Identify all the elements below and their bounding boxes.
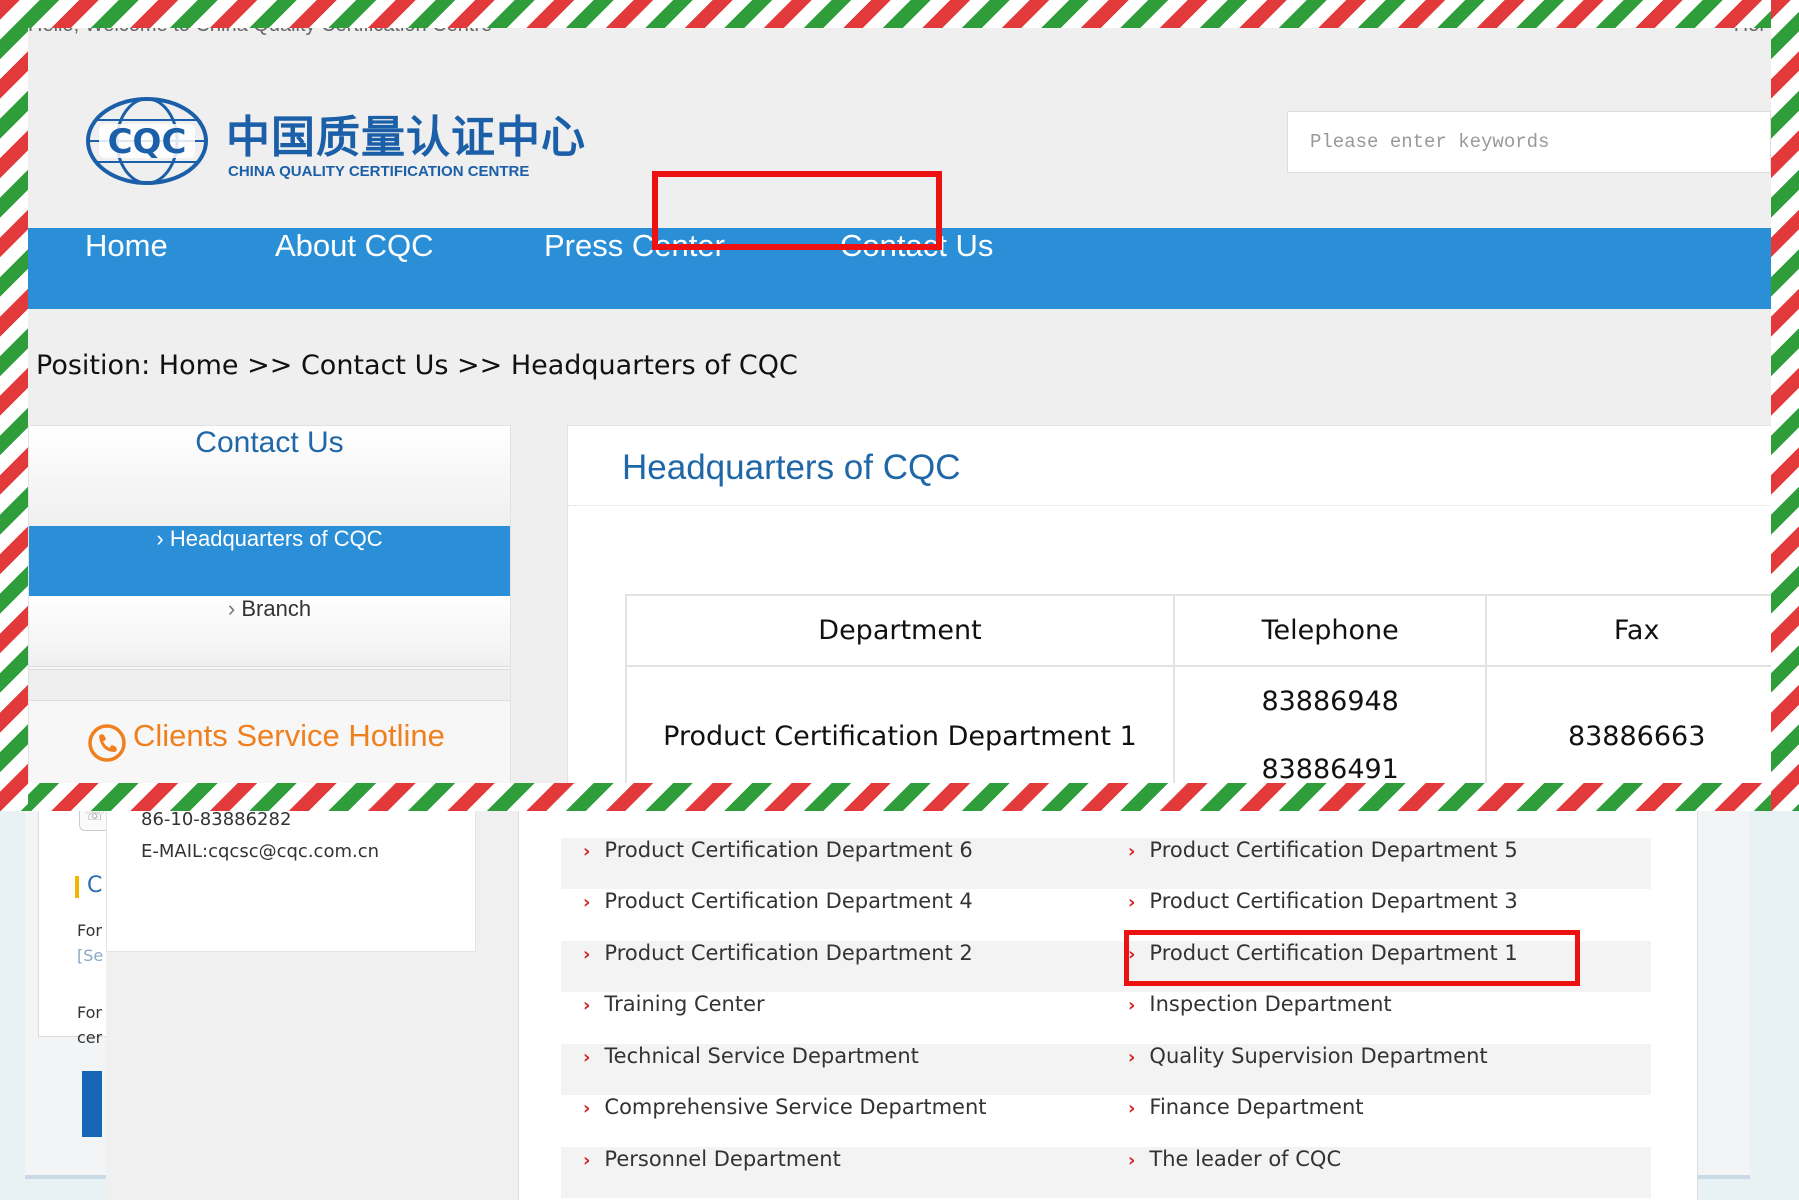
list-item: › Comprehensive Service Department › Financ… [561,1095,1651,1146]
department-link[interactable]: › Finance Department [1128,1095,1364,1146]
department-label: Product Certification Department 5 [1149,837,1518,862]
department-link[interactable]: › Product Certification Department 5 [1128,838,1518,889]
list-item: › Personnel Department › The leader of CQC [561,1146,1651,1198]
department-label: Product Certification Department 3 [1149,889,1518,913]
phone-icon [88,724,126,762]
table-header-row: Department Telephone Fax [625,594,1771,667]
cqc-logo-icon: CQC [86,97,208,185]
department-label: The leader of CQC [1149,1146,1342,1171]
chevron-right-icon: › [583,995,591,1016]
sidebar-divider [29,669,510,701]
chevron-right-icon: › [583,1149,591,1171]
chevron-right-icon: › [583,1046,591,1068]
card-line: cer [77,1028,103,1047]
list-item: › Training Center › Inspection Department [561,992,1651,1043]
chevron-right-icon: › [1128,892,1136,913]
chevron-right-icon: › [583,892,591,913]
chevron-right-icon: › [583,943,591,965]
sidebar-title: Contact Us [29,426,510,526]
card-link[interactable]: [Se [77,946,103,965]
department-link[interactable]: › Quality Supervision Department [1128,1044,1488,1095]
fax-cell: 83886663 [1485,665,1771,783]
chevron-right-icon: › [156,526,170,551]
department-link[interactable]: › Product Certification Department 4 [583,889,973,940]
chevron-right-icon: › [583,840,591,862]
top-bar-link[interactable]: Hor [1734,28,1766,37]
sidebar-item-label: Branch [241,596,312,621]
column-header: Fax [1485,594,1771,667]
sidebar: Contact Us › Headquarters of CQC › Branc… [28,425,511,783]
logo-en-text: CHINA QUALITY CERTIFICATION CENTRE [228,163,530,180]
card-line: For [77,921,102,940]
table-row: Product Certification Department 1 83886… [625,665,1771,783]
department-link[interactable]: › Comprehensive Service Department [583,1095,987,1146]
telephone-number: 83886948 [1261,686,1399,717]
hotline-phone: 86-10-83886282 [141,809,292,830]
hotline-email[interactable]: E-MAIL:cqcsc@cqc.com.cn [141,841,379,862]
department-label: Technical Service Department [604,1043,919,1068]
telephone-number: 83886491 [1261,754,1399,783]
telephone-cell: 83886948 83886491 [1172,665,1488,783]
nav-home[interactable]: Home [85,228,168,309]
welcome-text: Hello, Welcome to China Quality Certific… [28,28,492,37]
department-label: Quality Supervision Department [1149,1043,1488,1068]
chevron-right-icon: › [227,596,242,621]
highlight-box [1124,930,1580,986]
border-stripe [0,0,28,811]
logo-mark: CQC [108,122,187,162]
hotline-title: Clients Service Hotline [133,718,445,753]
department-label: Comprehensive Service Department [604,1095,987,1119]
page-frame: Hello, Welcome to China Quality Certific… [28,28,1771,783]
chevron-right-icon: › [583,1098,591,1119]
department-label: Inspection Department [1149,992,1392,1016]
department-link[interactable]: › Inspection Department [1128,992,1392,1043]
column-header: Department [625,594,1175,667]
breadcrumb: Position: Home >> Contact Us >> Headquar… [36,350,798,381]
nav-about[interactable]: About CQC [275,228,434,309]
card-line: For [77,1003,102,1022]
department-label: Product Certification Department 6 [604,837,973,862]
column-header: Telephone [1172,594,1488,667]
upper-screenshot: Hello, Welcome to China Quality Certific… [0,0,1799,811]
department-cell: Product Certification Department 1 [625,665,1175,783]
chevron-right-icon: › [1128,995,1136,1016]
content-panel: Headquarters of CQC Department Telephone… [567,425,1771,783]
chevron-right-icon: › [1128,840,1136,862]
department-link[interactable]: › Technical Service Department [583,1044,919,1095]
list-item: › Technical Service Department › Quality Su… [561,1043,1651,1095]
department-link[interactable]: › Personnel Department [583,1147,841,1198]
card-heading: C [87,873,103,898]
highlight-box [652,171,942,250]
chevron-right-icon: › [1128,1149,1136,1171]
card-button[interactable] [82,1071,102,1137]
department-label: Training Center [604,992,765,1016]
divider [568,505,1771,506]
department-label: Finance Department [1149,1095,1364,1119]
logo-cn-text: 中国质量认证中心 [226,112,586,163]
heading-accent [75,876,79,898]
list-item: › Product Certification Department 6 › Prod… [561,837,1651,889]
department-label: Personnel Department [604,1146,841,1171]
border-stripe [0,0,1799,28]
department-link[interactable]: › Training Center [583,992,765,1043]
border-stripe [0,783,1799,811]
department-label: Product Certification Department 2 [604,940,973,965]
department-link[interactable]: › Product Certification Department 2 [583,941,973,992]
search-input[interactable]: Please enter keywords [1287,111,1771,173]
content-title: Headquarters of CQC [622,448,961,487]
border-stripe [1771,0,1799,811]
sidebar-item-headquarters[interactable]: › Headquarters of CQC [29,526,510,596]
hotline-box: 86-10-83886282 E-MAIL:cqcsc@cqc.com.cn [106,790,476,952]
sidebar-item-label: Headquarters of CQC [169,526,383,551]
chevron-right-icon: › [1128,1046,1136,1068]
sidebar-item-branch[interactable]: › Branch [29,596,510,667]
contacts-table: Department Telephone Fax Product Certifi… [625,594,1771,783]
department-label: Product Certification Department 4 [604,889,973,913]
department-link[interactable]: › Product Certification Department 6 [583,838,973,889]
department-link[interactable]: › The leader of CQC [1128,1147,1341,1198]
chevron-right-icon: › [1128,1098,1136,1119]
